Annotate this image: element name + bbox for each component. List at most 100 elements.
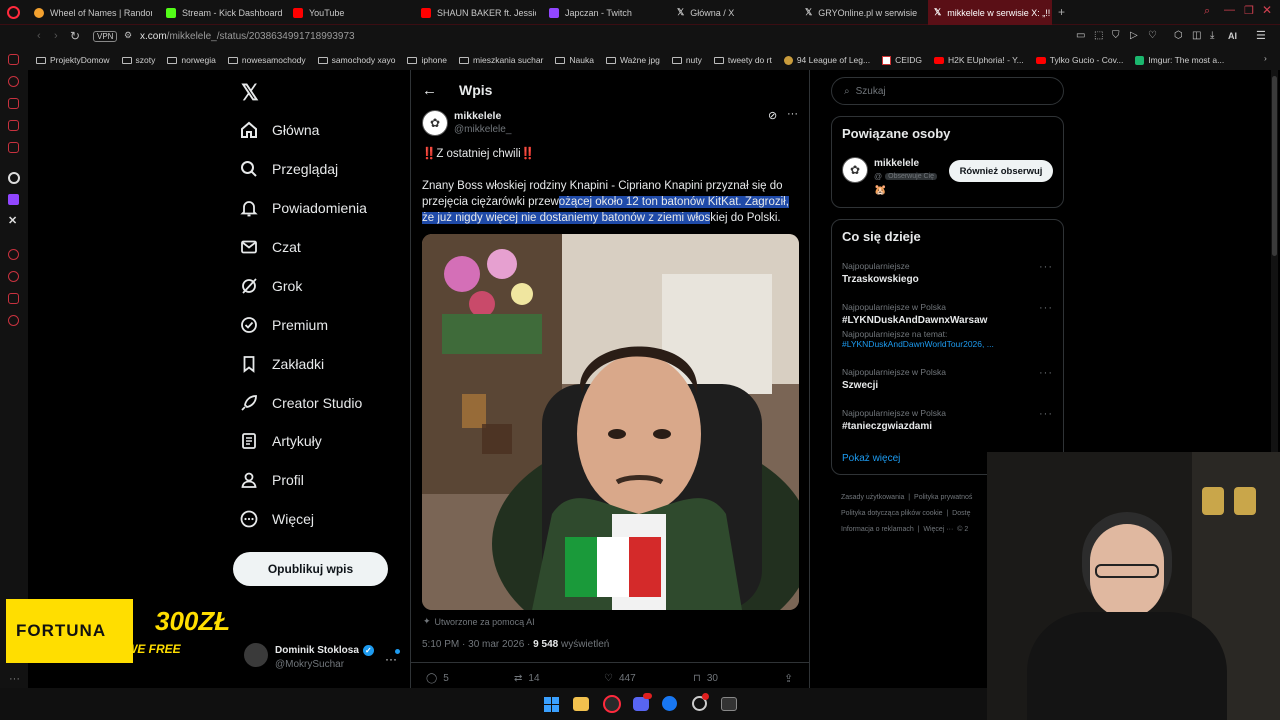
nav-creator-studio[interactable]: Creator Studio [240,394,362,412]
bookmark-folder[interactable]: ProjektyDomow [36,55,110,65]
trend-more-icon[interactable]: ··· [1039,302,1053,314]
nav-profile[interactable]: Profil [240,471,304,489]
account-avatar[interactable] [244,643,268,667]
back-icon[interactable]: ‹ [37,30,41,42]
tab-wheel-of-names[interactable]: Wheel of Names | Random [34,0,152,25]
close-window-icon[interactable]: ✕ [1262,3,1272,17]
bookmarks-overflow-icon[interactable]: › [1264,53,1267,63]
footer-link[interactable]: Dostę [952,510,970,517]
wallet-icon[interactable]: ◫ [1192,30,1201,41]
twitch-sidebar-icon[interactable] [8,194,19,205]
footer-link[interactable]: Informacja o reklamach [841,526,914,533]
nav-articles[interactable]: Artykuły [240,432,322,450]
bookmark-folder[interactable]: norwegia [167,55,216,65]
grok-explain-icon[interactable]: ⊘ [768,109,777,122]
download-icon[interactable]: ⤓ [1210,30,1214,41]
clock-icon[interactable] [8,249,19,260]
heart-icon[interactable]: ♡ [1148,30,1157,41]
share-icon[interactable]: ⇪ [784,672,793,685]
tab-x-home[interactable]: 𝕏 Główna / X [677,0,792,25]
minimize-icon[interactable]: — [1224,4,1235,16]
footer-link[interactable]: Zasady użytkowania [841,494,904,501]
messenger-icon[interactable] [8,120,19,131]
back-arrow-icon[interactable]: ← [422,82,437,99]
reply-button[interactable]: ◯ 5 [426,673,449,684]
nav-premium[interactable]: Premium [240,316,328,334]
trend-more-icon[interactable]: ··· [1039,367,1053,379]
opera-taskbar-icon[interactable] [603,695,621,713]
like-button[interactable]: ♡ 447 [604,673,636,684]
account-menu-icon[interactable]: ··· [385,652,397,666]
trend-item[interactable]: Najpopularniejsze w Polska #LYKNDuskAndD… [842,302,1055,349]
repost-button[interactable]: ⇄ 14 [514,673,540,684]
gmail-icon[interactable] [8,142,19,153]
nav-explore[interactable]: Przeglądaj [240,160,338,178]
bookmark-folder[interactable]: nowesamochody [227,55,306,65]
forward-icon[interactable]: › [54,30,58,42]
bookmark-folder[interactable]: szoty [121,55,155,65]
author-name[interactable]: mikkelele [454,110,501,122]
x-sidebar-icon[interactable]: ✕ [8,214,17,227]
post-image[interactable] [422,234,799,610]
terminal-icon[interactable] [721,697,737,711]
nav-more[interactable]: Więcej [240,510,314,528]
reload-icon[interactable]: ↻ [70,29,80,43]
author-avatar[interactable]: ✿ [422,110,448,136]
vpn-badge[interactable]: VPN [93,31,118,42]
sidebar-more-icon[interactable]: ··· [9,673,20,685]
aria-ai-button[interactable]: AI [1228,31,1237,41]
footer-link[interactable]: Więcej ··· [923,526,953,533]
bag-icon[interactable] [8,98,19,109]
bookmark-folder[interactable]: iphone [407,55,447,65]
footer-link[interactable]: Polityka dotycząca plików cookie [841,510,943,517]
opera-logo-icon[interactable] [7,6,20,19]
aria-icon[interactable] [8,54,19,65]
post-time[interactable]: 5:10 PM · 30 mar 2026 · [422,639,533,650]
bookmark-link[interactable]: 94 League of Leg... [783,55,870,65]
nav-home[interactable]: Główna [240,121,319,139]
trend-more-icon[interactable]: ··· [1039,408,1053,420]
trend-item[interactable]: Najpopularniejsze w Polska Szwecji [842,367,1055,391]
bookmark-page-icon[interactable]: ▭ [1076,30,1085,41]
player-icon[interactable]: ▷ [1130,30,1138,41]
bookmark-link[interactable]: H2K EUphoria! - Y... [934,55,1024,65]
pin-icon[interactable] [8,293,19,304]
discord-icon[interactable] [633,697,649,711]
related-avatar[interactable]: ✿ [842,157,868,183]
tab-mikkelele-active[interactable]: 𝕏mikkelele w serwisie X: „!! [928,0,1052,25]
bookmark-folder[interactable]: Nauka [555,55,594,65]
tab-shaun-baker[interactable]: SHAUN BAKER ft. Jessica [421,0,536,25]
bookmark-folder[interactable]: mieszkania suchar [459,55,543,65]
related-name[interactable]: mikkelele [874,158,919,169]
maximize-icon[interactable]: ❐ [1244,4,1254,17]
trend-related-link[interactable]: #LYKNDuskAndDawnWorldTour2026, ... [842,339,1055,349]
facebook-icon[interactable] [662,696,677,711]
bookmark-button[interactable]: ⊓ 30 [693,673,718,684]
trend-item[interactable]: Najpopularniejsze w Polska #tanieczgwiaz… [842,408,1055,432]
windows-start-icon[interactable] [544,697,559,712]
publish-post-button[interactable]: Opublikuj wpis [233,552,388,586]
bookmark-link[interactable]: Tylko Gucio - Cov... [1035,55,1123,65]
snapshot-icon[interactable]: ⬚ [1094,30,1103,41]
history-icon[interactable] [8,271,19,282]
tab-youtube[interactable]: YouTube [293,0,403,25]
new-tab-plus-icon[interactable]: + [1058,5,1065,19]
post-menu-icon[interactable]: ··· [787,108,798,120]
x-logo-icon[interactable]: 𝕏 [241,80,259,106]
bookmark-folder[interactable]: samochody xayo [317,55,395,65]
chatgpt-icon[interactable] [8,172,20,184]
bookmark-folder[interactable]: nuty [671,55,702,65]
site-settings-icon[interactable]: ⚙ [124,30,132,41]
tab-twitch[interactable]: Japczan - Twitch [549,0,664,25]
search-tabs-icon[interactable]: ⌕ [1204,5,1210,18]
menu-icon[interactable]: ☰ [1256,29,1266,42]
account-name[interactable]: Dominik Stoklosa ✓ [275,645,374,656]
trend-item[interactable]: Najpopularniejsze Trzaskowskiego [842,261,1055,285]
scrollbar-thumb[interactable] [1272,76,1277,256]
file-explorer-icon[interactable] [573,697,589,711]
search-input[interactable]: ⌕ Szukaj [831,77,1064,105]
nav-chat[interactable]: Czat [240,238,301,256]
workspace-icon[interactable] [8,76,19,87]
nav-notifications[interactable]: Powiadomienia [240,199,367,217]
bookmark-folder[interactable]: tweety do rt [713,55,772,65]
